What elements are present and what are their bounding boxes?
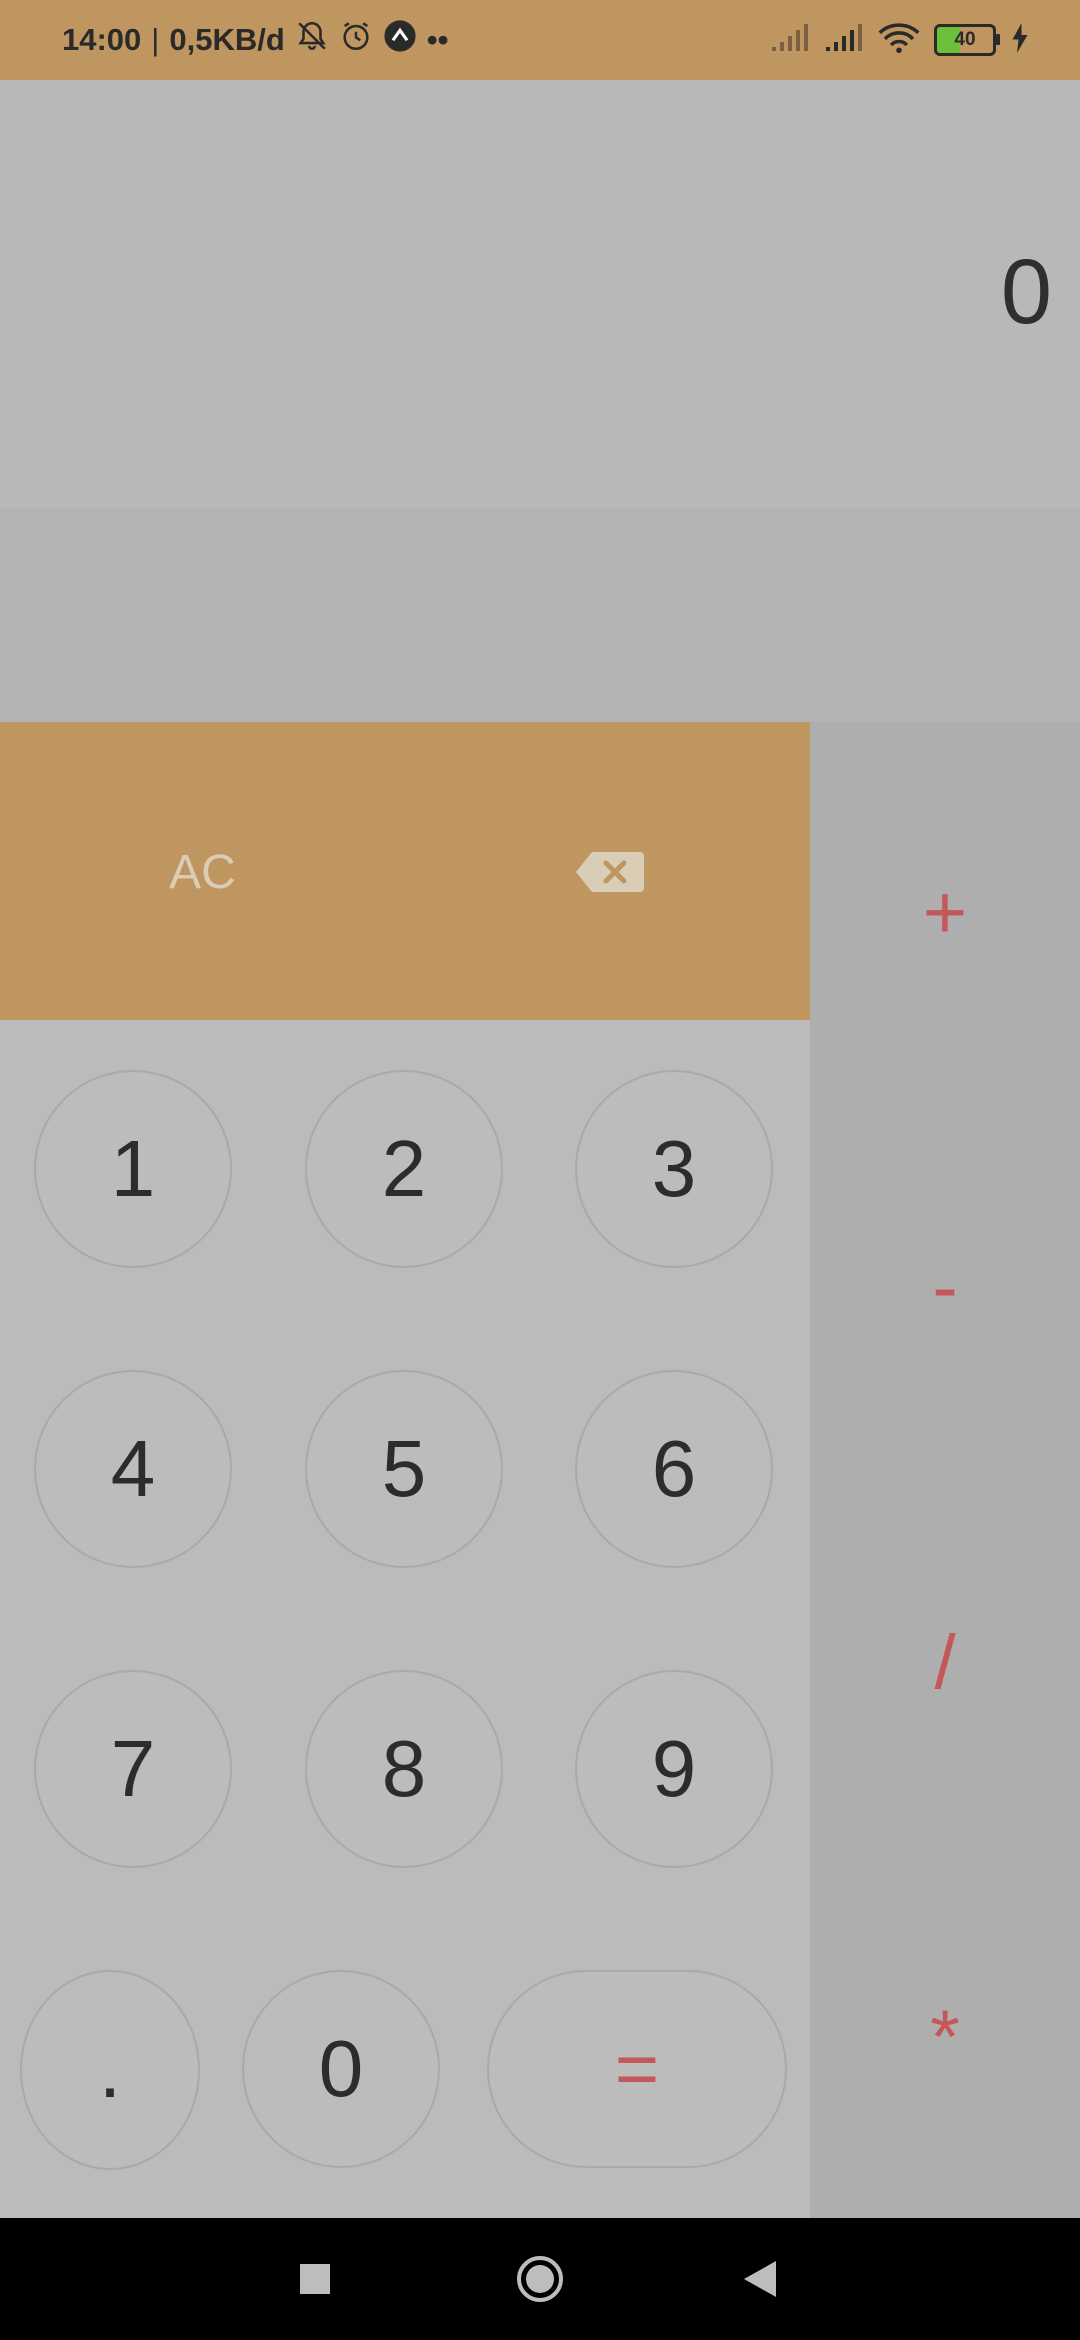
navigation-bar	[0, 2218, 1080, 2340]
charging-icon	[1010, 22, 1030, 58]
equals-button[interactable]: =	[487, 1970, 787, 2168]
backspace-button[interactable]	[560, 822, 660, 922]
alarm-clock-icon	[339, 19, 373, 61]
result-display: 0	[0, 80, 1080, 508]
key-6[interactable]: 6	[575, 1370, 773, 1568]
square-recents-icon	[300, 2264, 330, 2294]
status-bar: 14:00 | 0,5KB/d •• 40	[0, 0, 1080, 80]
clear-button[interactable]: AC	[110, 822, 295, 922]
number-keypad: 1 2 3 4 5 6 7 8 9 . 0 =	[0, 1020, 810, 2218]
signal-empty-icon	[770, 23, 810, 58]
control-row: AC	[0, 722, 810, 1020]
app-notification-icon	[383, 19, 417, 61]
key-4[interactable]: 4	[34, 1370, 232, 1568]
recents-button[interactable]	[265, 2218, 365, 2340]
status-time: 14:00	[62, 22, 142, 57]
key-1[interactable]: 1	[34, 1070, 232, 1268]
backspace-icon	[576, 852, 644, 892]
add-button[interactable]: +	[810, 852, 1080, 972]
key-5[interactable]: 5	[305, 1370, 503, 1568]
battery-icon: 40	[934, 24, 1000, 56]
back-button[interactable]	[710, 2218, 810, 2340]
divide-button[interactable]: /	[810, 1602, 1080, 1722]
signal-icon	[824, 23, 864, 58]
key-7[interactable]: 7	[34, 1670, 232, 1868]
key-9[interactable]: 9	[575, 1670, 773, 1868]
key-3[interactable]: 3	[575, 1070, 773, 1268]
key-0[interactable]: 0	[242, 1970, 440, 2168]
subtract-button[interactable]: -	[810, 1227, 1080, 1347]
expression-area	[0, 508, 1080, 722]
operators-column: + - / *	[810, 722, 1080, 2218]
display-value: 0	[1000, 241, 1052, 343]
network-speed: 0,5KB/d	[169, 22, 285, 57]
status-left: 14:00 | 0,5KB/d ••	[62, 0, 449, 80]
key-8[interactable]: 8	[305, 1670, 503, 1868]
triangle-back-icon	[744, 2261, 776, 2297]
key-2[interactable]: 2	[305, 1070, 503, 1268]
home-button[interactable]	[490, 2218, 590, 2340]
status-right: 40	[770, 0, 1030, 80]
circle-home-icon	[517, 2256, 563, 2302]
key-decimal[interactable]: .	[20, 1970, 200, 2170]
multiply-button[interactable]: *	[810, 1977, 1080, 2097]
wifi-icon	[878, 22, 920, 59]
bell-muted-icon	[295, 19, 329, 61]
status-separator: |	[151, 22, 160, 57]
more-dots-icon: ••	[426, 22, 449, 57]
